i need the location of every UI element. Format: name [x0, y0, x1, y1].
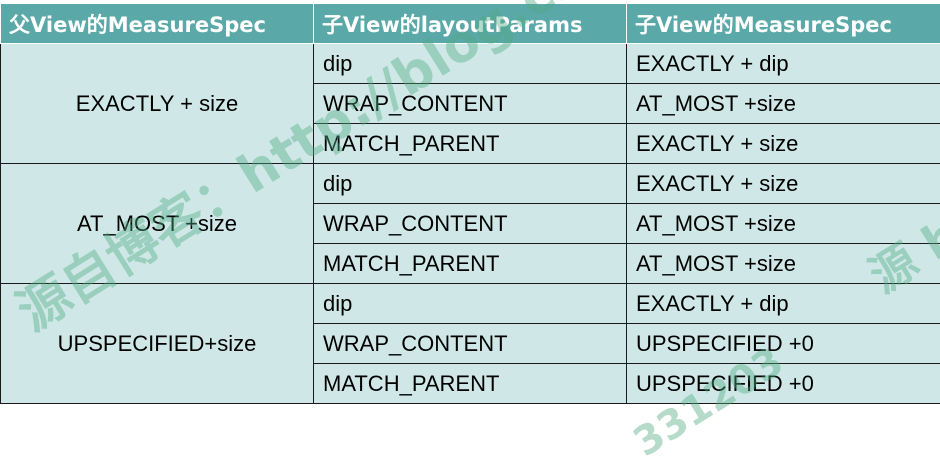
table-row: UPSPECIFIED+size dip EXACTLY + dip — [1, 284, 940, 324]
child-spec-cell: AT_MOST +size — [627, 244, 940, 284]
child-spec-cell: EXACTLY + dip — [627, 284, 940, 324]
layoutparams-cell: dip — [314, 44, 627, 84]
parent-spec-cell: EXACTLY + size — [1, 44, 314, 164]
table-header-row: 父View的MeasureSpec 子View的layoutParams 子Vi… — [1, 4, 940, 44]
child-spec-cell: EXACTLY + dip — [627, 44, 940, 84]
header-parent-measurespec: 父View的MeasureSpec — [1, 4, 314, 44]
child-spec-cell: AT_MOST +size — [627, 204, 940, 244]
layoutparams-cell: WRAP_CONTENT — [314, 324, 627, 364]
table-row: AT_MOST +size dip EXACTLY + size — [1, 164, 940, 204]
parent-spec-cell: AT_MOST +size — [1, 164, 314, 284]
header-child-measurespec: 子View的MeasureSpec — [627, 4, 940, 44]
layoutparams-cell: dip — [314, 284, 627, 324]
layoutparams-cell: MATCH_PARENT — [314, 364, 627, 404]
header-child-layoutparams: 子View的layoutParams — [314, 4, 627, 44]
table-row: EXACTLY + size dip EXACTLY + dip — [1, 44, 940, 84]
layoutparams-cell: WRAP_CONTENT — [314, 204, 627, 244]
child-spec-cell: EXACTLY + size — [627, 124, 940, 164]
layoutparams-cell: MATCH_PARENT — [314, 124, 627, 164]
measure-spec-table: 父View的MeasureSpec 子View的layoutParams 子Vi… — [0, 3, 940, 404]
child-spec-cell: AT_MOST +size — [627, 84, 940, 124]
layoutparams-cell: WRAP_CONTENT — [314, 84, 627, 124]
layoutparams-cell: MATCH_PARENT — [314, 244, 627, 284]
spec-table-figure: 父View的MeasureSpec 子View的layoutParams 子Vi… — [0, 0, 940, 409]
layoutparams-cell: dip — [314, 164, 627, 204]
child-spec-cell: EXACTLY + size — [627, 164, 940, 204]
child-spec-cell: UPSPECIFIED +0 — [627, 364, 940, 404]
child-spec-cell: UPSPECIFIED +0 — [627, 324, 940, 364]
parent-spec-cell: UPSPECIFIED+size — [1, 284, 314, 404]
